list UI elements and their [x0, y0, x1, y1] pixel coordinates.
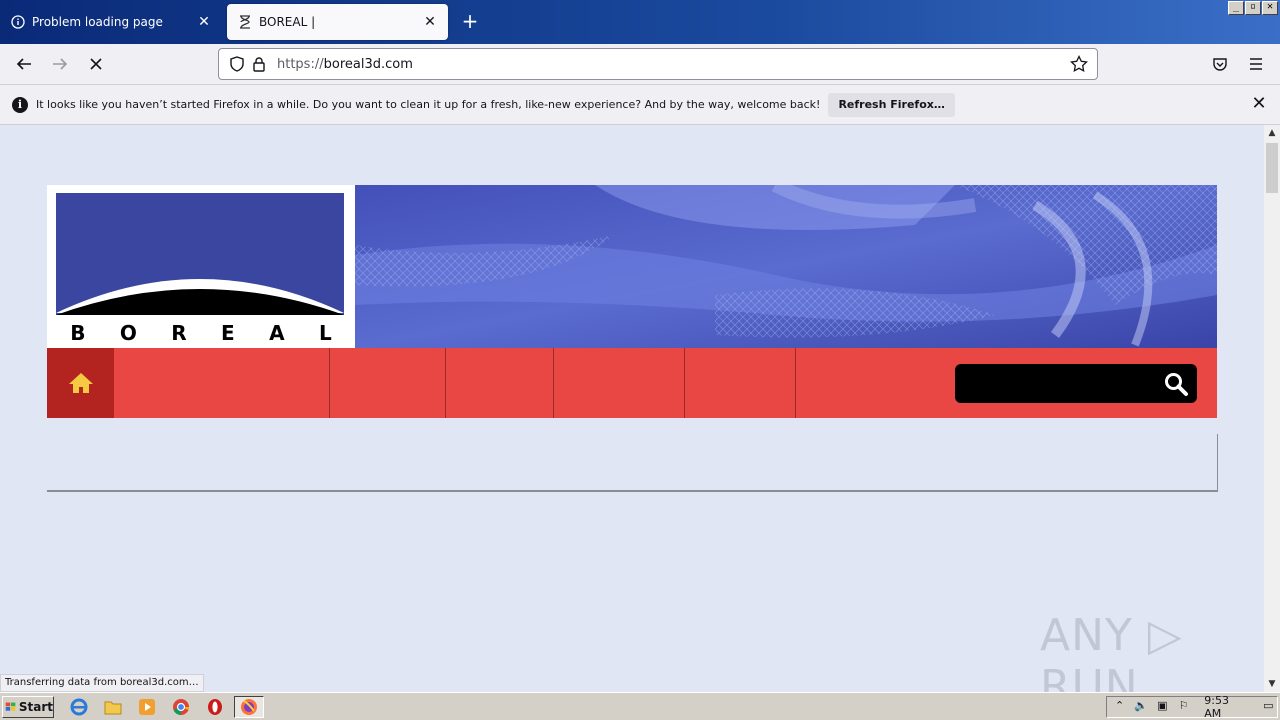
start-button[interactable]: Start [2, 696, 54, 718]
network-icon[interactable]: ▣ [1154, 699, 1171, 715]
tab-problem-loading[interactable]: Problem loading page ✕ [0, 4, 222, 40]
tab-title: Problem loading page [32, 15, 163, 29]
windows-logo-icon [5, 702, 16, 711]
close-window-button[interactable]: ✕ [1262, 1, 1278, 15]
bookmark-star-icon[interactable] [1069, 54, 1089, 74]
logo-letter: A [269, 321, 285, 345]
lock-icon[interactable] [249, 54, 269, 74]
menu-item[interactable] [554, 348, 685, 418]
logo-letter: B [70, 321, 86, 345]
stop-icon [90, 58, 102, 70]
content-area [47, 434, 1218, 492]
info-icon: i [12, 96, 28, 113]
info-icon [10, 14, 26, 30]
notification-message: It looks like you haven’t started Firefo… [36, 98, 821, 111]
boreal-logo[interactable]: B O R E A L [47, 185, 355, 348]
status-text: Transferring data from boreal3d.com… [0, 674, 204, 692]
pocket-icon [1213, 58, 1227, 71]
start-label: Start [18, 700, 53, 714]
page-content: B O R E A L ANY ▷ RUN [0, 125, 1264, 692]
menu-item[interactable] [330, 348, 446, 418]
scroll-down-icon[interactable]: ▼ [1264, 676, 1280, 692]
search-icon[interactable] [1163, 371, 1189, 397]
pocket-button[interactable] [1206, 50, 1234, 78]
home-icon [68, 373, 93, 393]
home-button[interactable] [47, 348, 114, 418]
media-player-icon[interactable] [138, 698, 156, 716]
minimize-button[interactable]: _ [1228, 1, 1244, 15]
stop-button[interactable] [82, 50, 110, 78]
tab-strip: Problem loading page ✕ BOREAL | ✕ + _ ▫ … [0, 0, 1280, 44]
close-icon[interactable]: ✕ [1250, 95, 1268, 113]
chevron-up-icon[interactable]: ⌃ [1111, 699, 1128, 715]
hamburger-icon [1250, 58, 1262, 70]
firefox-icon [241, 699, 257, 715]
header-banner: B O R E A L [47, 185, 1217, 348]
logo-letter: L [318, 321, 332, 345]
menu-item[interactable] [114, 348, 330, 418]
system-tray: ⌃ 🔈 ▣ ⚐ 9:53 AM ▭ [1106, 694, 1278, 720]
shield-icon[interactable] [227, 54, 247, 74]
refresh-firefox-button[interactable]: Refresh Firefox… [828, 92, 955, 117]
clock[interactable]: 9:53 AM [1204, 694, 1247, 720]
folder-icon[interactable] [104, 698, 122, 716]
maximize-button[interactable]: ▫ [1245, 1, 1261, 15]
new-tab-button[interactable]: + [458, 10, 482, 34]
tab-title: BOREAL | [259, 15, 316, 29]
scroll-up-icon[interactable]: ▲ [1264, 125, 1280, 141]
close-icon[interactable]: ✕ [196, 14, 212, 30]
window-controls: _ ▫ ✕ [1228, 1, 1278, 15]
opera-icon[interactable] [206, 698, 224, 716]
scroll-thumb[interactable] [1266, 143, 1278, 193]
search-box [955, 364, 1197, 403]
tab-boreal[interactable]: BOREAL | ✕ [227, 4, 448, 40]
logo-graphic [47, 193, 355, 321]
url-text[interactable]: https://boreal3d.com [277, 57, 1061, 72]
menu-item[interactable] [685, 348, 796, 418]
url-protocol: https:// [277, 56, 324, 72]
logo-letter: E [221, 321, 235, 345]
chrome-icon[interactable] [172, 698, 190, 716]
url-host: boreal3d.com [323, 56, 413, 72]
hourglass-icon [237, 14, 253, 30]
anyrun-watermark: ANY ▷ RUN [1040, 610, 1183, 692]
flag-icon[interactable]: ⚐ [1175, 699, 1192, 715]
menu-button[interactable] [1242, 50, 1270, 78]
notification-bar: i It looks like you haven’t started Fire… [0, 84, 1280, 125]
url-bar[interactable]: https://boreal3d.com [218, 48, 1098, 80]
volume-icon[interactable]: 🔈 [1132, 699, 1149, 715]
logo-letter: R [171, 321, 187, 345]
show-desktop-icon[interactable]: ▭ [1260, 699, 1277, 715]
banner-image [355, 185, 1217, 348]
page-scrollbar[interactable]: ▲ ▼ [1264, 125, 1280, 692]
forward-arrow-icon [53, 58, 68, 70]
main-menu [47, 348, 1217, 418]
firefox-taskbar-button[interactable] [234, 696, 264, 718]
back-arrow-icon [16, 58, 31, 70]
nav-toolbar: https://boreal3d.com [0, 44, 1280, 84]
taskbar: Start ⌃ 🔈 ▣ ⚐ 9:53 AM ▭ [0, 692, 1280, 720]
logo-wordmark: B O R E A L [47, 321, 355, 345]
menu-item[interactable] [446, 348, 554, 418]
close-icon[interactable]: ✕ [422, 14, 438, 30]
ie-icon[interactable] [70, 698, 88, 716]
forward-button[interactable] [46, 50, 74, 78]
search-input[interactable] [965, 372, 1155, 394]
logo-letter: O [119, 321, 137, 345]
back-button[interactable] [10, 50, 38, 78]
